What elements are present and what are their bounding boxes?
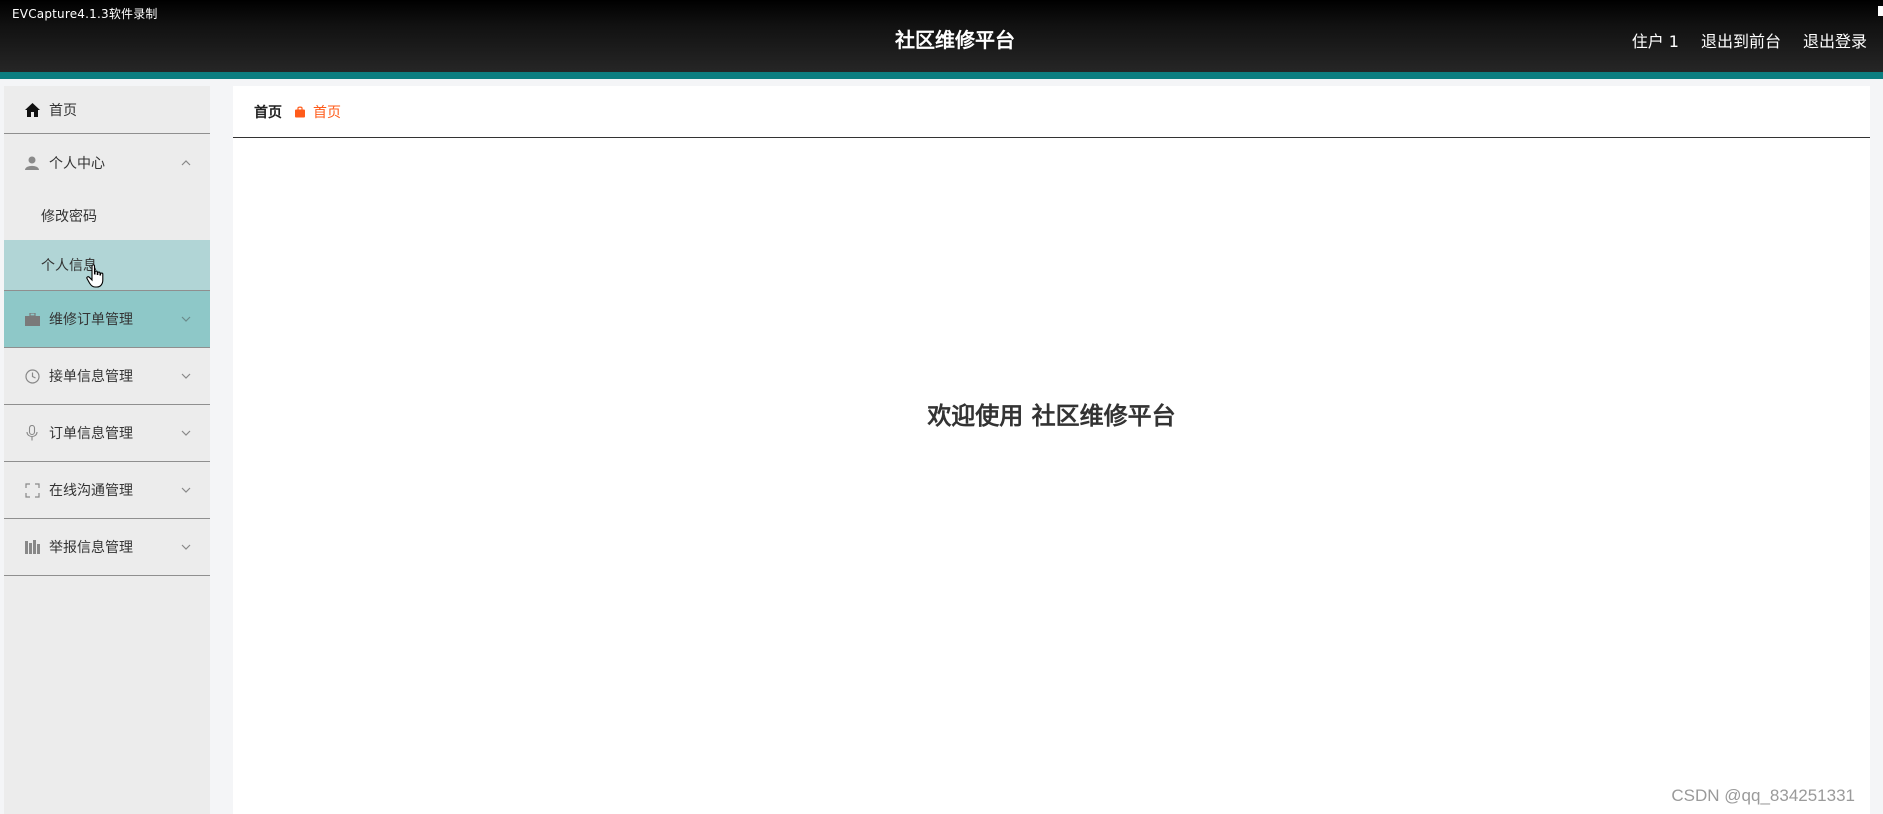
books-icon [24,539,40,555]
breadcrumb: 首页 首页 [233,86,1870,138]
recorder-label: EVCapture4.1.3软件录制 [12,7,158,21]
sidebar-item-home[interactable]: 首页 [4,86,210,134]
home-icon [24,102,40,118]
top-header: EVCapture4.1.3软件录制 社区维修平台 住户 1 退出到前台 退出登… [0,0,1883,79]
window-edge-mark [1878,6,1883,16]
chevron-up-icon [181,159,191,165]
chevron-down-icon [181,316,191,322]
chevron-down-icon [181,487,191,493]
sidebar-item-label: 在线沟通管理 [49,483,133,499]
logout-link[interactable]: 退出登录 [1803,28,1867,52]
welcome-message: 欢迎使用 社区维修平台 [927,402,1176,430]
sidebar-item-report-info[interactable]: 举报信息管理 [4,519,210,576]
watermark: CSDN @qq_834251331 [1671,786,1855,805]
sidebar-item-personal-info[interactable]: 个人信息 [4,240,210,290]
app-title: 社区维修平台 [895,28,1015,52]
breadcrumb-root[interactable]: 首页 [254,102,282,122]
bag-icon [294,106,306,118]
sidebar-item-online-chat[interactable]: 在线沟通管理 [4,462,210,519]
briefcase-icon [24,311,40,327]
sidebar-item-repair-orders[interactable]: 维修订单管理 [4,291,210,348]
user-name-link[interactable]: 住户 1 [1632,28,1679,52]
sidebar-item-label: 订单信息管理 [49,426,133,442]
sidebar-item-personal-center[interactable]: 个人中心 [4,134,210,191]
personal-center-submenu: 修改密码 个人信息 [4,191,210,291]
exit-to-front-link[interactable]: 退出到前台 [1701,28,1781,52]
chevron-down-icon [181,373,191,379]
hand-cursor-icon [86,264,104,288]
header-links: 住户 1 退出到前台 退出登录 [1632,28,1867,52]
sidebar-item-accept-info[interactable]: 接单信息管理 [4,348,210,405]
sidebar-item-order-info[interactable]: 订单信息管理 [4,405,210,462]
user-icon [24,155,40,171]
chevron-down-icon [181,544,191,550]
main-content: 首页 首页 欢迎使用 社区维修平台 CSDN @qq_834251331 [233,86,1870,814]
sidebar: 首页 个人中心 修改密码 个人信息 维修订单管理 接单信息管理 订单信息管理 在… [4,86,210,814]
sidebar-item-label: 个人中心 [49,155,105,172]
clock-icon [24,368,40,384]
sidebar-item-change-password[interactable]: 修改密码 [4,191,210,240]
breadcrumb-current: 首页 [313,104,341,121]
sidebar-item-label: 举报信息管理 [49,540,133,556]
sidebar-item-label: 接单信息管理 [49,369,133,385]
sidebar-item-label: 维修订单管理 [49,312,133,328]
microphone-icon [24,425,40,441]
sidebar-item-label: 首页 [49,102,77,119]
chevron-down-icon [181,430,191,436]
fullscreen-icon [24,482,40,498]
